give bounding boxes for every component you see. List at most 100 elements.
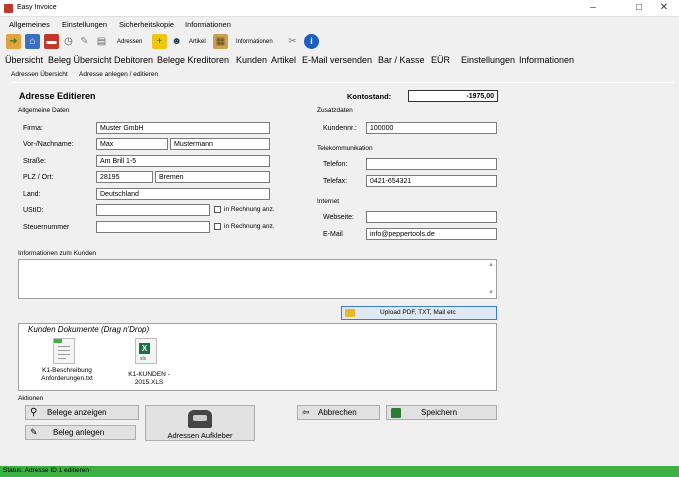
last-name-input[interactable]: Mustermann <box>170 138 270 150</box>
tab-artikel[interactable]: Artikel <box>271 55 296 65</box>
belege-anzeigen-button[interactable]: ⚲ Belege anzeigen <box>25 405 139 420</box>
scroll-down-icon[interactable]: ▼ <box>488 290 494 296</box>
subtab-adressen-uebersicht[interactable]: Adressen Übersicht <box>11 71 68 78</box>
pencil-icon: ✎ <box>30 427 38 437</box>
tab-uebersicht[interactable]: Übersicht <box>5 55 43 65</box>
adressen-aufkleber-button[interactable]: Adressen Aufkleber <box>145 405 255 441</box>
menu-einstellungen[interactable]: Einstellungen <box>62 20 107 29</box>
menu-informationen[interactable]: Informationen <box>185 20 231 29</box>
land-input[interactable]: Deutschland <box>96 188 270 200</box>
documents-title: Kunden Dokumente (Drag n'Drop) <box>28 325 150 334</box>
home-icon[interactable]: ⌂ <box>25 34 40 49</box>
toolbar-adressen-label[interactable]: Adressen <box>117 39 142 45</box>
abbrechen-label: Abbrechen <box>318 408 357 417</box>
tab-beleg-uebersicht-debitoren[interactable]: Beleg Übersicht Debitoren <box>48 55 153 65</box>
info-kunden-label: Informationen zum Kunden <box>18 250 97 257</box>
title-bar: Easy Invoice – □ ✕ <box>0 0 679 17</box>
minimize-button[interactable]: – <box>586 2 600 14</box>
steuernummer-input[interactable] <box>96 221 210 233</box>
kundennr-input[interactable]: 100000 <box>366 122 497 134</box>
users-icon[interactable]: ☻ <box>169 34 184 49</box>
firma-label: Firma: <box>23 125 43 132</box>
boxes-icon[interactable]: ▦ <box>213 34 228 49</box>
tab-belege-kreditoren[interactable]: Belege Kreditoren <box>157 55 229 65</box>
tab-eur[interactable]: EÜR <box>431 55 450 65</box>
subtab-adresse-anlegen[interactable]: Adresse anlegen / editieren <box>79 71 158 78</box>
tab-einstellungen[interactable]: Einstellungen <box>461 55 515 65</box>
documents-drop-area[interactable]: Kunden Dokumente (Drag n'Drop) K1-Beschr… <box>18 323 497 391</box>
toolbar: ➜ ⌂ ▬ ◷ ✎ ▤ Adressen + ☻ Artikel ▦ Infor… <box>0 32 679 52</box>
telekommunikation-heading: Telekommunikation <box>317 145 373 152</box>
menu-bar: Allgemeines Einstellungen Sicherheitskop… <box>0 18 679 31</box>
save-icon <box>391 408 401 418</box>
tab-bar-kasse[interactable]: Bar / Kasse <box>378 55 425 65</box>
speichern-button[interactable]: Speichern <box>386 405 497 420</box>
kontostand-value: -1975,00 <box>408 90 498 102</box>
toolbox-icon[interactable]: ▬ <box>44 34 59 49</box>
beleg-anlegen-button[interactable]: ✎ Beleg anlegen <box>25 425 136 440</box>
back-arrow-icon: ⇦ <box>302 407 310 417</box>
clock-icon[interactable]: ◷ <box>61 34 76 49</box>
abbrechen-button[interactable]: ⇦ Abbrechen <box>297 405 380 420</box>
plz-input[interactable]: 28195 <box>96 171 153 183</box>
email-label: E-Mail <box>323 231 343 238</box>
adressen-aufkleber-label: Adressen Aufkleber <box>167 431 233 440</box>
internet-heading: Internet <box>317 198 340 205</box>
magnifier-icon: ⚲ <box>30 407 38 418</box>
toolbar-artikel-label[interactable]: Artikel <box>189 39 206 45</box>
webseite-label: Webseite: <box>323 214 354 221</box>
add-document-icon[interactable]: + <box>152 34 167 49</box>
tab-kunden[interactable]: Kunden <box>236 55 267 65</box>
address-form-panel: Adresse Editieren Allgemeine Daten Firma… <box>11 82 674 464</box>
menu-allgemeines[interactable]: Allgemeines <box>9 20 50 29</box>
ort-input[interactable]: Bremen <box>155 171 270 183</box>
zusatzdaten-heading: Zusatzdaten <box>317 107 353 114</box>
document-name[interactable]: K1-Beschreibung Anforderungen.txt <box>37 367 97 383</box>
upload-label: Upload PDF, TXT, Mail etc <box>380 309 456 316</box>
telefax-input[interactable]: 0421-654321 <box>366 175 497 187</box>
exit-icon[interactable]: ➜ <box>6 34 21 49</box>
firma-input[interactable]: Muster GmbH <box>96 122 270 134</box>
allgemeine-daten-heading: Allgemeine Daten <box>18 107 70 114</box>
name-label: Vor-/Nachname: <box>23 141 74 148</box>
main-tabs: Übersicht Beleg Übersicht Debitoren Bele… <box>0 54 679 68</box>
document-name[interactable]: K1-KUNDEN - 2015.XLS <box>114 371 184 387</box>
ustid-checkbox[interactable] <box>214 206 221 213</box>
steuernummer-label: Steuernummer <box>23 224 70 231</box>
steuernummer-check-label: in Rechnung anz. <box>224 223 275 230</box>
info-icon[interactable]: i <box>304 34 319 49</box>
strasse-label: Straße: <box>23 158 46 165</box>
tab-email-versenden[interactable]: E-Mail versenden <box>302 55 372 65</box>
land-label: Land: <box>23 191 41 198</box>
ustid-label: UStID: <box>23 207 44 214</box>
strasse-input[interactable]: Am Brill 1-5 <box>96 155 270 167</box>
first-name-input[interactable]: Max <box>96 138 168 150</box>
toolbar-informationen-label[interactable]: Informationen <box>236 39 273 45</box>
menu-sicherheitskopie[interactable]: Sicherheitskopie <box>119 20 174 29</box>
printer-icon[interactable]: ▤ <box>94 34 109 49</box>
label-printer-icon <box>188 410 212 428</box>
form-title: Adresse Editieren <box>19 91 96 101</box>
steuernummer-checkbox[interactable] <box>214 223 221 230</box>
close-button[interactable]: ✕ <box>657 2 671 14</box>
tab-informationen[interactable]: Informationen <box>519 55 574 65</box>
telefon-input[interactable] <box>366 158 497 170</box>
maximize-button[interactable]: □ <box>632 2 646 14</box>
excel-file-icon[interactable]: X xls <box>135 338 157 364</box>
text-file-icon[interactable] <box>53 338 75 364</box>
ustid-input[interactable] <box>96 204 210 216</box>
telefax-label: Telefax: <box>323 178 348 185</box>
paper-icon[interactable]: ✎ <box>77 34 92 49</box>
kontostand-label: Kontostand: <box>347 92 392 101</box>
webseite-input[interactable] <box>366 211 497 223</box>
kundennr-label: Kundennr.: <box>323 125 357 132</box>
window-title: Easy Invoice <box>17 4 57 11</box>
upload-button[interactable]: Upload PDF, TXT, Mail etc <box>341 306 497 320</box>
info-kunden-textarea[interactable]: ▲ ▼ <box>18 259 497 299</box>
telefon-label: Telefon: <box>323 161 348 168</box>
email-input[interactable]: info@peppertools.de <box>366 228 497 240</box>
folder-icon <box>345 309 355 317</box>
tools-icon[interactable]: ✂ <box>285 34 300 49</box>
scroll-up-icon[interactable]: ▲ <box>488 262 494 268</box>
beleg-anlegen-label: Beleg anlegen <box>53 428 105 437</box>
